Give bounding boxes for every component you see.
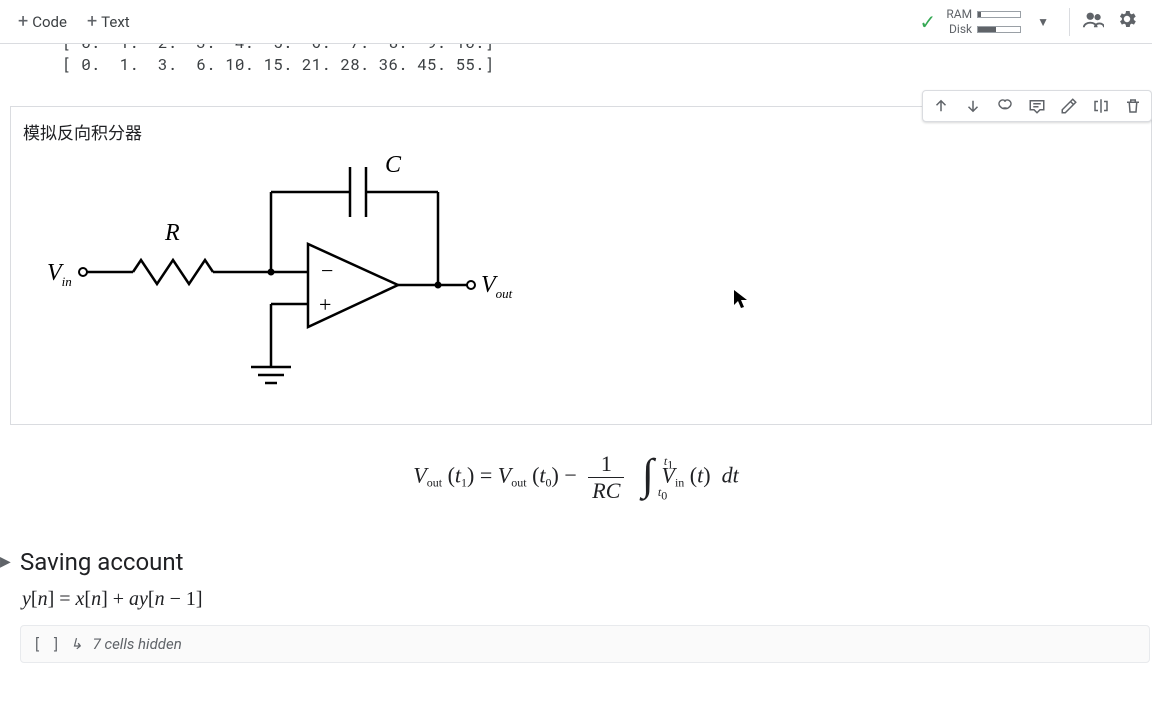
- disk-bar: [977, 26, 1021, 33]
- resistor-label: R: [164, 220, 180, 246]
- comment-icon[interactable]: [1021, 91, 1053, 121]
- add-text-button[interactable]: + Text: [77, 9, 140, 35]
- ram-bar: [977, 11, 1021, 18]
- subdirectory-arrow-icon: ↳: [70, 635, 83, 653]
- add-code-button[interactable]: + Code: [8, 9, 77, 35]
- hidden-cells-label: 7 cells hidden: [93, 635, 182, 653]
- vin-label: Vin: [47, 260, 72, 289]
- recurrence-formula: y[n] = x[n] + ay[n − 1]: [22, 588, 1152, 611]
- chevron-down-icon[interactable]: ▼: [1027, 15, 1059, 29]
- notebook-toolbar: + Code + Text ✓ RAM Disk ▼: [0, 0, 1152, 44]
- gear-icon[interactable]: [1110, 2, 1144, 42]
- cell-toolbar: [922, 90, 1152, 122]
- section-saving-account[interactable]: ▶ Saving account: [0, 548, 1152, 576]
- section-title: Saving account: [20, 548, 183, 576]
- code-output: [ 0. 1. 2. 3. 4. 5. 6. 7. 8. 9. 10.] [ 0…: [0, 44, 1152, 76]
- circuit-diagram: − + R C Vin Vout: [23, 152, 1139, 406]
- plus-icon: +: [87, 13, 97, 31]
- opamp-minus: −: [321, 258, 333, 283]
- capacitor-label: C: [385, 152, 402, 178]
- cell-title: 模拟反向积分器: [23, 119, 1139, 144]
- notebook-main: [ 0. 1. 2. 3. 4. 5. 6. 7. 8. 9. 10.] [ 0…: [0, 44, 1152, 720]
- link-icon[interactable]: [989, 91, 1021, 121]
- markdown-cell[interactable]: 模拟反向积分器: [10, 106, 1152, 425]
- share-icon[interactable]: [1076, 2, 1110, 42]
- toolbar-divider: [1069, 8, 1070, 36]
- ram-label: RAM: [942, 7, 972, 21]
- move-down-icon[interactable]: [957, 91, 989, 121]
- chevron-right-icon[interactable]: ▶: [0, 554, 14, 570]
- mirror-icon[interactable]: [1085, 91, 1117, 121]
- add-text-label: Text: [101, 13, 130, 31]
- move-up-icon[interactable]: [925, 91, 957, 121]
- resource-gauges: RAM Disk: [942, 7, 1021, 36]
- integrator-formula: Vout (t1) = Vout (t0) − 1 RC ∫ t1 t0 Vin…: [0, 451, 1152, 504]
- add-code-label: Code: [32, 13, 67, 31]
- opamp-plus: +: [319, 292, 331, 317]
- edit-icon[interactable]: [1053, 91, 1085, 121]
- delete-icon[interactable]: [1117, 91, 1149, 121]
- vout-label: Vout: [481, 272, 513, 301]
- check-icon: ✓: [919, 10, 936, 34]
- cell-exec-slot: [ ]: [33, 634, 60, 654]
- plus-icon: +: [18, 13, 28, 31]
- hidden-cells-row[interactable]: [ ] ↳ 7 cells hidden: [20, 625, 1150, 663]
- runtime-status[interactable]: ✓ RAM Disk ▼: [919, 7, 1063, 36]
- disk-label: Disk: [942, 22, 972, 36]
